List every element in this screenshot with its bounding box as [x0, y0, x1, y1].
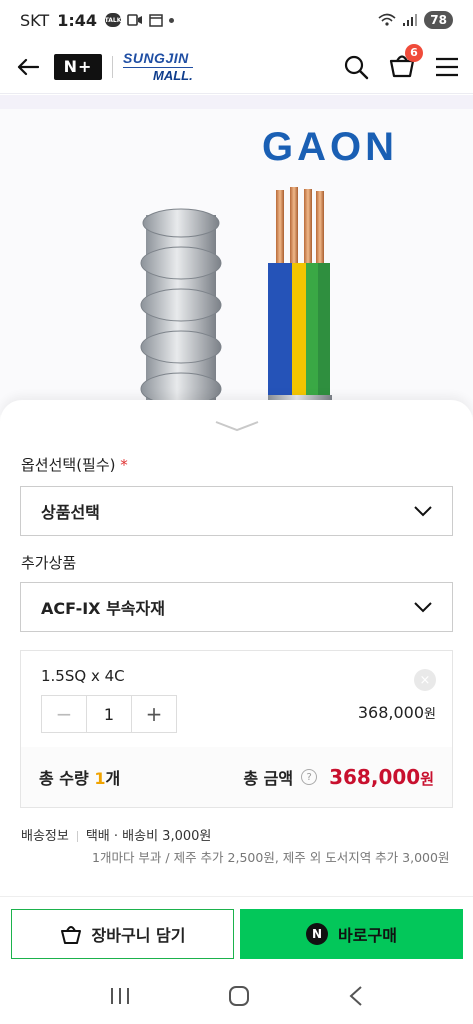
carrier-label: SKT: [20, 10, 50, 30]
talk-icon: TALK: [105, 13, 121, 27]
product-image[interactable]: GAON: [0, 95, 473, 415]
chevron-down-icon: [215, 421, 259, 432]
buy-now-label: 바로구매: [338, 926, 397, 945]
purchase-options-sheet: 옵션선택(필수) * 상품선택 추가상품 ACF-IX 부속자재 1.5SQ x…: [0, 400, 473, 896]
selected-option-box: 1.5SQ x 4C × − 1 + 368,000원 총 수량 1개 총 금액…: [20, 650, 453, 808]
cart-button[interactable]: 6: [389, 43, 423, 82]
notification-icons: TALK: [105, 13, 174, 27]
total-quantity-label: 총 수량: [39, 769, 89, 788]
add-to-cart-label: 장바구니 담기: [91, 926, 186, 945]
system-nav-bar: [0, 968, 473, 1024]
clock: 1:44: [57, 10, 97, 30]
total-amount: 총 금액 ? 368,000원: [243, 765, 434, 789]
store-logo[interactable]: SUNGJIN MALL.: [123, 51, 193, 82]
status-bar: SKT 1:44 TALK 78: [0, 0, 473, 40]
option-price-value: 368,000: [357, 703, 425, 722]
required-option-text: 옵션선택(필수): [21, 456, 116, 474]
shipping-divider: [76, 831, 78, 842]
option-price-unit: 원: [424, 707, 436, 722]
chevron-down-icon: [414, 506, 432, 517]
battery-indicator: 78: [424, 11, 453, 29]
option-price: 368,000원: [358, 703, 436, 722]
menu-icon[interactable]: [435, 57, 459, 77]
back-button[interactable]: [14, 53, 42, 81]
app-header: N+ SUNGJIN MALL. 6: [0, 40, 473, 94]
nplus-logo[interactable]: N+: [54, 53, 102, 80]
total-amount-unit: 원: [420, 770, 434, 788]
help-icon[interactable]: ?: [301, 769, 318, 785]
calendar-icon: [149, 14, 163, 27]
armored-cable: [140, 208, 222, 415]
decrease-quantity-button[interactable]: −: [42, 696, 86, 732]
remove-option-button[interactable]: ×: [414, 669, 436, 691]
add-to-cart-button[interactable]: 장바구니 담기: [11, 909, 234, 959]
store-logo-top: SUNGJIN: [123, 50, 189, 66]
shopping-bag-icon: [60, 926, 81, 944]
extra-product-select[interactable]: ACF-IX 부속자재: [20, 582, 453, 632]
cable-illustration: [140, 187, 332, 415]
total-amount-value: 368,000: [329, 765, 421, 789]
required-mark: *: [120, 456, 128, 474]
extra-product-value: ACF-IX 부속자재: [41, 599, 165, 618]
cart-count-badge: 6: [405, 43, 423, 62]
total-amount-label: 총 금액: [243, 769, 294, 788]
buy-now-button[interactable]: N 바로구매: [240, 909, 463, 959]
product-select[interactable]: 상품선택: [20, 486, 453, 536]
quantity-stepper: − 1 +: [41, 695, 177, 733]
more-notifications-dot: [168, 17, 174, 23]
shipping-label: 배송정보: [21, 829, 69, 844]
total-quantity-value: 1: [94, 769, 106, 788]
quantity-value[interactable]: 1: [86, 696, 132, 732]
sheet-handle[interactable]: [214, 418, 260, 438]
arrow-left-icon: [17, 58, 39, 75]
header-divider: [112, 55, 113, 78]
extra-product-label: 추가상품: [21, 554, 77, 572]
home-icon[interactable]: [228, 985, 250, 1007]
chevron-down-icon: [414, 602, 432, 613]
shipping-method: 택배 · 배송비 3,000원: [85, 829, 212, 844]
back-nav-icon[interactable]: [348, 985, 364, 1007]
required-option-label: 옵션선택(필수) *: [21, 454, 128, 475]
total-amount-price: 368,000원: [329, 765, 434, 789]
signal-icon: [403, 14, 418, 26]
total-summary: 총 수량 1개 총 금액 ? 368,000원: [21, 747, 452, 807]
copper-wires: [268, 187, 332, 415]
store-logo-bottom: MALL.: [123, 67, 193, 82]
shipping-note: 1개마다 부과 / 제주 추가 2,500원, 제주 외 도서지역 추가 3,0…: [92, 850, 450, 865]
video-icon: [127, 14, 142, 26]
increase-quantity-button[interactable]: +: [132, 696, 176, 732]
total-quantity: 총 수량 1개: [39, 765, 120, 789]
action-bar: 장바구니 담기 N 바로구매: [0, 896, 473, 968]
recent-apps-icon[interactable]: [109, 986, 131, 1006]
product-select-value: 상품선택: [41, 503, 100, 522]
search-icon[interactable]: [343, 54, 369, 80]
selected-option-name: 1.5SQ x 4C: [41, 667, 125, 685]
wifi-icon: [378, 13, 396, 26]
total-quantity-unit: 개: [105, 769, 121, 788]
shipping-info: 배송정보 택배 · 배송비 3,000원: [21, 825, 211, 844]
naver-pay-icon: N: [306, 923, 329, 945]
